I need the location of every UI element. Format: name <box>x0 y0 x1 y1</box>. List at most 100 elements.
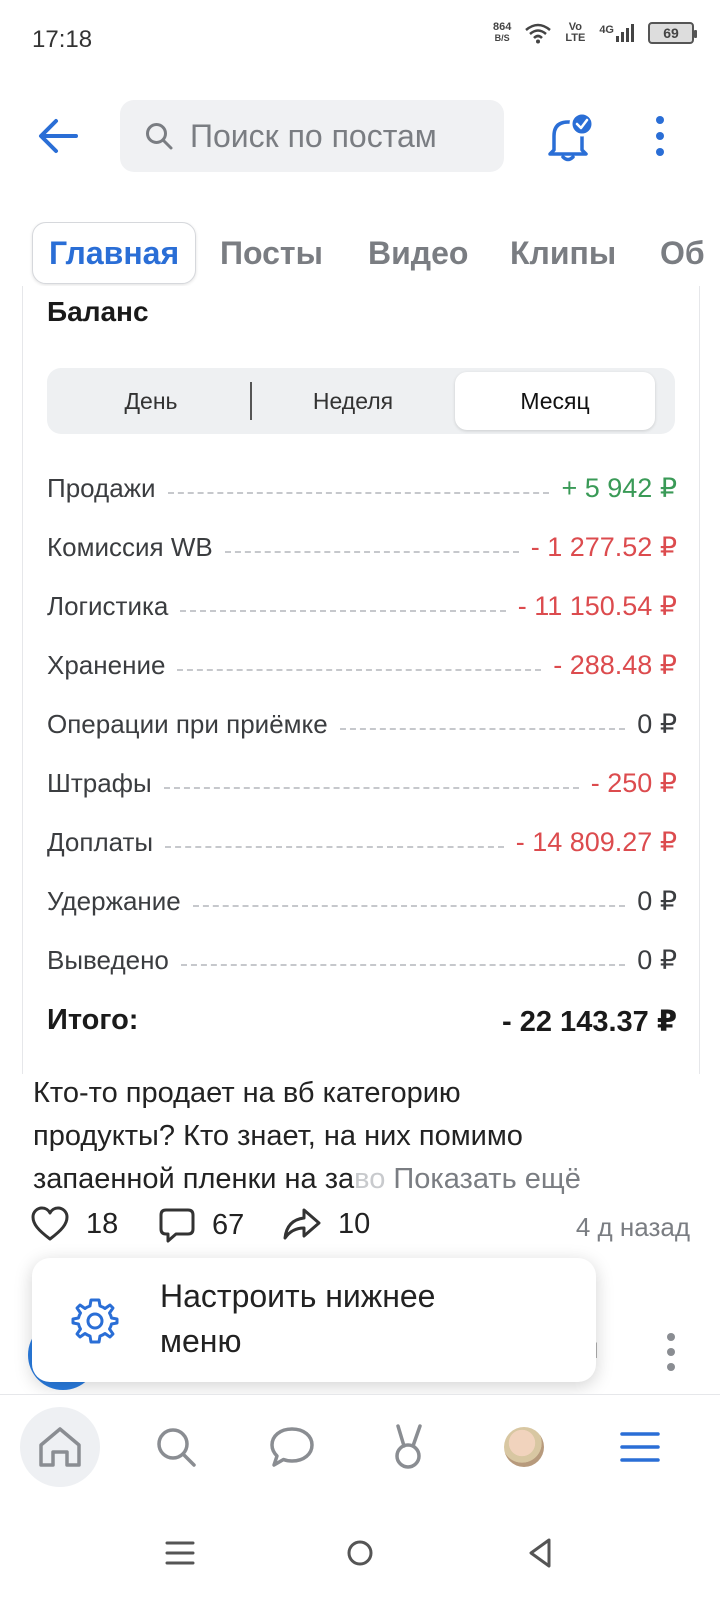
post-actions: 18 67 10 4 д назад <box>30 1206 690 1254</box>
share-icon <box>283 1208 321 1240</box>
home-icon <box>39 1427 81 1467</box>
comment-button[interactable]: 67 <box>158 1206 244 1244</box>
back-arrow-icon[interactable] <box>36 114 80 158</box>
comment-icon <box>159 1208 195 1243</box>
nav-clips[interactable] <box>368 1407 448 1487</box>
volte-indicator: Vo LTE <box>565 22 585 44</box>
leader-dots <box>192 905 626 907</box>
status-icons: 864 B/S Vo LTE 4G 69 <box>492 21 697 44</box>
tab-home[interactable]: Главная <box>32 222 197 284</box>
row-value: - 250 ₽ <box>590 767 677 798</box>
leader-dots <box>180 964 626 966</box>
row-label: Штрафы <box>47 767 152 798</box>
nav-search[interactable] <box>136 1407 216 1487</box>
comment-count: 67 <box>212 1208 245 1241</box>
recent-apps-icon[interactable] <box>155 1528 205 1578</box>
row-value: - 1 277.52 ₽ <box>530 531 677 562</box>
back-triangle-icon[interactable] <box>515 1528 565 1578</box>
top-bar: Поиск по постам <box>0 96 720 176</box>
popup-line: меню <box>160 1323 242 1359</box>
period-day[interactable]: День <box>51 372 251 430</box>
row-label: Операции при приёмке <box>47 708 328 739</box>
post-time: 4 д назад <box>575 1212 690 1242</box>
segment-divider <box>250 382 252 420</box>
balance-row: Хранение - 288.48 ₽ <box>47 645 677 685</box>
network-speed-unit: B/S <box>494 33 510 43</box>
share-button[interactable]: 10 <box>282 1206 370 1242</box>
balance-row: Логистика - 11 150.54 ₽ <box>47 586 677 626</box>
row-value: - 288.48 ₽ <box>553 649 677 680</box>
network-speed-value: 864 <box>492 21 512 33</box>
gear-icon <box>71 1298 119 1344</box>
balance-title: Баланс <box>47 296 149 327</box>
row-label: Комиссия WB <box>47 531 213 562</box>
post-line: запаенной пленки на заво Показать ещё <box>33 1158 693 1201</box>
row-value: 0 ₽ <box>637 708 677 739</box>
row-label: Доплаты <box>47 826 154 857</box>
row-label: Продажи <box>47 472 156 503</box>
bell-checked-icon[interactable] <box>540 112 596 162</box>
popup-text: Настроить нижнее меню <box>160 1274 560 1364</box>
nav-menu[interactable] <box>600 1407 680 1487</box>
row-value: - 11 150.54 ₽ <box>517 590 677 621</box>
total-label: Итого: <box>47 1004 139 1036</box>
leader-dots <box>224 551 519 553</box>
signal-icon: 4G <box>599 24 634 42</box>
post-line: продукты? Кто знает, на них помимо <box>33 1120 523 1152</box>
network-type: 4G <box>599 24 614 36</box>
post-line: Кто-то продает на вб категорию <box>33 1077 461 1109</box>
like-count: 18 <box>86 1207 119 1240</box>
nav-messages[interactable] <box>252 1407 332 1487</box>
row-label: Удержание <box>47 885 181 916</box>
tab-bar: Главная Посты Видео Клипы Об <box>0 222 720 286</box>
popup-line: Настроить нижнее <box>160 1278 436 1314</box>
row-label: Хранение <box>47 649 166 680</box>
more-vertical-icon[interactable] <box>648 114 672 158</box>
profile-avatar <box>504 1427 544 1467</box>
leader-dots <box>180 610 506 612</box>
tab-about[interactable]: Об <box>660 222 705 284</box>
leader-dots <box>163 787 579 789</box>
clock: 17:18 <box>32 26 93 53</box>
period-month[interactable]: Месяц <box>455 372 655 430</box>
tab-clips[interactable]: Клипы <box>510 222 616 284</box>
balance-row: Штрафы - 250 ₽ <box>47 763 677 803</box>
balance-row: Удержание 0 ₽ <box>47 881 677 921</box>
leader-dots <box>165 846 504 848</box>
row-value: 0 ₽ <box>637 944 677 975</box>
customize-menu-popup[interactable]: Настроить нижнее меню <box>32 1258 596 1382</box>
balance-row: Продажи + 5 942 ₽ <box>47 468 677 508</box>
balance-card[interactable]: Баланс День Неделя Месяц Продажи + 5 942… <box>22 286 700 1074</box>
volte-bottom: LTE <box>565 32 586 44</box>
row-label: Выведено <box>47 944 169 975</box>
status-bar: 17:18 864 B/S Vo LTE 4G 69 <box>0 0 720 80</box>
search-placeholder: Поиск по постам <box>190 117 437 154</box>
tab-posts[interactable]: Посты <box>220 222 323 284</box>
post-body[interactable]: Кто-то продает на вб категорию продукты?… <box>33 1072 693 1201</box>
battery-icon: 69 <box>648 22 697 44</box>
home-circle-icon[interactable] <box>335 1528 385 1578</box>
tab-video[interactable]: Видео <box>368 222 468 284</box>
leader-dots <box>177 669 542 671</box>
show-more-link[interactable]: Показать ещё <box>393 1163 580 1195</box>
share-count: 10 <box>338 1207 371 1240</box>
post-line-text: запаенной пленки на за <box>33 1163 355 1195</box>
more-vertical-icon[interactable] <box>666 1332 676 1372</box>
search-icon <box>146 123 173 150</box>
period-week[interactable]: Неделя <box>253 372 453 430</box>
row-label: Логистика <box>47 590 169 621</box>
system-navigation <box>0 1500 720 1612</box>
wifi-icon <box>525 23 552 44</box>
search-icon <box>157 1428 196 1467</box>
period-selector: День Неделя Месяц <box>47 368 675 434</box>
balance-row: Доплаты - 14 809.27 ₽ <box>47 822 677 862</box>
post-line-fade: во <box>354 1163 386 1195</box>
heart-icon <box>31 1206 69 1241</box>
nav-profile[interactable] <box>484 1407 564 1487</box>
like-button[interactable]: 18 <box>30 1206 118 1242</box>
search-input[interactable]: Поиск по постам <box>120 100 504 172</box>
messages-icon <box>270 1427 314 1467</box>
nav-home[interactable] <box>20 1407 100 1487</box>
balance-total: Итого: - 22 143.37 ₽ <box>47 1004 677 1039</box>
balance-row: Комиссия WB - 1 277.52 ₽ <box>47 527 677 567</box>
